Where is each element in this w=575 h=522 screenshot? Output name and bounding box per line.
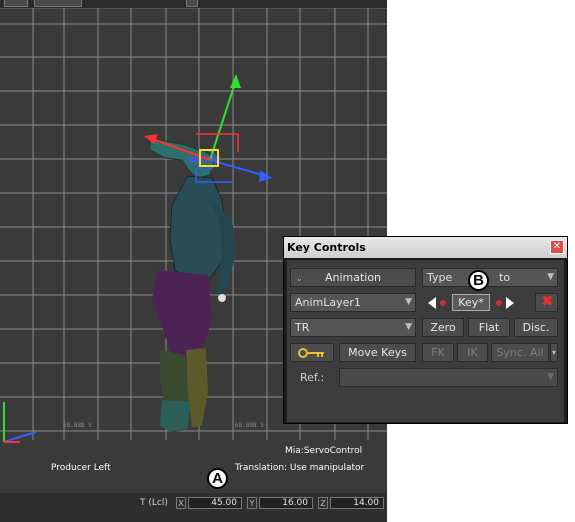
callout-b: B bbox=[468, 270, 489, 291]
x-axis-label: X bbox=[176, 497, 186, 509]
next-key-icon[interactable] bbox=[506, 297, 514, 309]
origin-axis-icon bbox=[3, 402, 37, 443]
channel-dropdown[interactable]: TR ▼ bbox=[290, 318, 416, 337]
animation-mode-label: Animation bbox=[324, 271, 382, 284]
chevron-down-icon: ▼ bbox=[547, 372, 554, 382]
anim-layer-label: AnimLayer1 bbox=[295, 296, 361, 309]
panel-title: Key Controls bbox=[287, 241, 366, 254]
transform-mode-label: T (Lcl) bbox=[140, 498, 168, 508]
reference-dropdown[interactable]: ▼ bbox=[339, 368, 558, 387]
previous-key-icon[interactable] bbox=[428, 297, 436, 309]
set-key-button[interactable]: Key* bbox=[452, 294, 490, 311]
key-type-value: to bbox=[499, 271, 511, 284]
key-controls-panel: Key Controls ✕ ⌄ Animation Type to ▼ Ani… bbox=[283, 236, 568, 424]
move-keys-button[interactable]: Move Keys bbox=[339, 343, 416, 362]
panel-titlebar[interactable]: Key Controls ✕ bbox=[284, 237, 567, 258]
y-axis-label: Y bbox=[247, 497, 257, 509]
x-value-input[interactable]: 45.00 bbox=[188, 497, 242, 509]
chevron-down-icon: ⌄ bbox=[296, 274, 303, 283]
close-icon[interactable]: ✕ bbox=[550, 240, 564, 254]
transform-gizmo[interactable] bbox=[144, 74, 272, 183]
channel-label: TR bbox=[295, 321, 310, 334]
key-tool-button[interactable] bbox=[290, 343, 334, 362]
panel-body: ⌄ Animation Type to ▼ AnimLayer1 ▼ Key* … bbox=[287, 260, 564, 422]
key-icon bbox=[298, 348, 324, 358]
ik-button[interactable]: IK bbox=[457, 343, 488, 362]
chevron-down-icon: ▼ bbox=[405, 322, 412, 332]
sync-all-button[interactable]: Sync. All bbox=[491, 343, 549, 362]
animation-mode-button[interactable]: ⌄ Animation bbox=[290, 268, 416, 287]
key-type-label: Type bbox=[427, 271, 453, 284]
key-indicator-icon bbox=[440, 300, 446, 306]
transform-readout-bar: T (Lcl) X 45.00 Y 16.00 Z 14.00 bbox=[0, 493, 387, 522]
view-name-label: Producer Left bbox=[51, 463, 111, 473]
callout-a: A bbox=[207, 468, 228, 489]
key-type-dropdown[interactable]: Type to ▼ bbox=[422, 268, 558, 287]
key-navigation-group: Key* bbox=[422, 293, 532, 312]
grid-tick-label: 68.888 S bbox=[63, 422, 92, 429]
key-indicator-icon bbox=[496, 300, 502, 306]
z-axis-label: Z bbox=[318, 497, 328, 509]
anim-layer-dropdown[interactable]: AnimLayer1 ▼ bbox=[290, 293, 416, 312]
y-value-input[interactable]: 16.00 bbox=[259, 497, 313, 509]
flat-button[interactable]: Flat bbox=[468, 318, 510, 337]
chevron-down-icon: ▼ bbox=[547, 272, 554, 282]
sync-options-arrow-icon[interactable]: ▾ bbox=[550, 343, 558, 362]
z-value-input[interactable]: 14.00 bbox=[330, 497, 384, 509]
disc-button[interactable]: Disc. bbox=[514, 318, 558, 337]
selected-object-name: Mia:ServoControl bbox=[285, 446, 363, 456]
chevron-down-icon: ▼ bbox=[405, 297, 412, 307]
delete-x-icon: ✖ bbox=[541, 292, 554, 310]
delete-key-button[interactable]: ✖ bbox=[535, 293, 558, 312]
grid-tick-label: 68.888 S bbox=[235, 422, 264, 429]
reference-label: Ref.: bbox=[300, 371, 325, 384]
zero-button[interactable]: Zero bbox=[422, 318, 464, 337]
manipulator-hint: Translation: Use manipulator bbox=[235, 463, 365, 473]
fk-button[interactable]: FK bbox=[422, 343, 454, 362]
